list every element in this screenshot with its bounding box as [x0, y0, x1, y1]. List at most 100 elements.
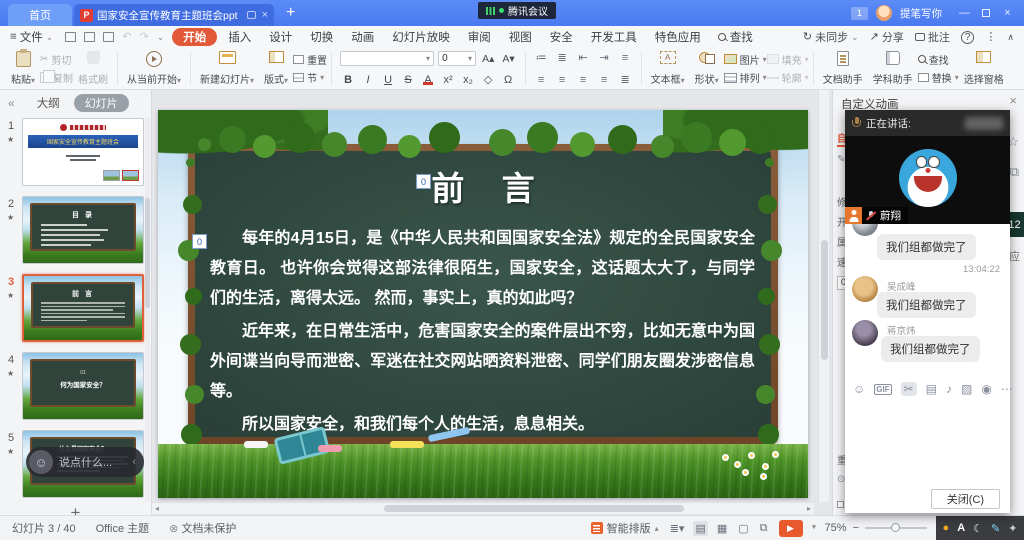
- horizontal-scrollbar[interactable]: ◂ ▸: [152, 502, 814, 514]
- slide-thumb-card[interactable]: 目 录: [22, 196, 144, 264]
- save-icon[interactable]: [65, 32, 76, 42]
- tab-devtools[interactable]: 开发工具: [582, 28, 646, 46]
- emoji-face-icon[interactable]: ☺: [29, 450, 53, 474]
- play-options-icon[interactable]: [812, 522, 816, 534]
- tab-home[interactable]: 首页: [8, 4, 72, 26]
- tab-animation[interactable]: 动画: [342, 28, 383, 46]
- slide-editor[interactable]: 0 前 言 0 每年的4月15日，是《中华人民共和国国家安全法》规定的全民国家安…: [158, 110, 808, 498]
- slide-thumbnail-1[interactable]: 1 ★ 国家安全宣传教育主题班会: [0, 118, 152, 188]
- shapes-button[interactable]: 形状▾: [690, 50, 724, 87]
- reading-view-icon[interactable]: ▢: [736, 521, 750, 536]
- tab-document[interactable]: P 国家安全宣传教育主题班会ppt ×: [74, 4, 274, 26]
- textbox-button[interactable]: A 文本框▾: [646, 50, 690, 87]
- animation-order-badge[interactable]: 0: [416, 174, 431, 189]
- picture-button[interactable]: 图片▾: [724, 52, 767, 67]
- clear-format-button[interactable]: ◇: [480, 73, 496, 86]
- close-button[interactable]: ×: [997, 7, 1018, 19]
- night-mode-icon[interactable]: ☾: [973, 522, 983, 535]
- scroll-right-arrow[interactable]: ▸: [807, 504, 811, 513]
- subscript-button[interactable]: x₂: [460, 74, 476, 86]
- tab-design[interactable]: 设计: [260, 28, 301, 46]
- emoji-icon[interactable]: [853, 382, 865, 396]
- quick-chat-input[interactable]: 说点什么...: [59, 454, 126, 470]
- font-size-select[interactable]: 0▾: [438, 51, 476, 66]
- zoom-slider-handle[interactable]: [891, 523, 900, 532]
- slideshow-play-button[interactable]: ▶: [779, 520, 803, 537]
- numbered-list-icon[interactable]: ≣: [554, 51, 571, 64]
- slide-body-text[interactable]: 每年的4月15日，是《中华人民共和国国家安全法》规定的全民国家安全教育日。 也许…: [210, 224, 755, 444]
- close-chat-button[interactable]: 关闭(C): [931, 489, 1000, 509]
- share-button[interactable]: 分享: [870, 29, 904, 45]
- meeting-video-area[interactable]: 蔚翔: [845, 136, 1010, 224]
- play-from-current-button[interactable]: 从当前开始▾: [122, 50, 186, 87]
- increase-font-button[interactable]: A▴: [480, 53, 496, 65]
- line-spacing-icon[interactable]: ≣: [617, 73, 634, 86]
- selection-pane-button[interactable]: 选择窗格: [959, 50, 1009, 87]
- tab-slideshow[interactable]: 幻灯片放映: [383, 28, 459, 46]
- zoom-slider[interactable]: [865, 527, 927, 529]
- zoom-out-icon[interactable]: −: [853, 522, 859, 534]
- tab-home-ribbon[interactable]: 开始: [172, 28, 217, 46]
- slide-thumbnail-4[interactable]: 4 ★ 01 何为国家安全？: [0, 352, 152, 422]
- text-direction-icon[interactable]: ≡: [617, 52, 634, 64]
- tencent-meeting-window[interactable]: 正在讲话: 蔚翔 我们组都做完了 13:04:22 吴成峰 我们组都做完了 蒋京…: [845, 110, 1010, 513]
- collapse-panel-icon[interactable]: «: [8, 96, 15, 110]
- minimize-button[interactable]: —: [954, 7, 975, 19]
- italic-button[interactable]: I: [360, 74, 376, 86]
- bold-button[interactable]: B: [340, 74, 356, 86]
- decrease-font-button[interactable]: A▾: [500, 53, 516, 65]
- customize-icon[interactable]: [157, 31, 165, 43]
- chat-avatar[interactable]: [852, 276, 878, 302]
- format-painter-button[interactable]: 格式刷: [73, 50, 113, 87]
- pen-tool-icon[interactable]: ✎: [991, 522, 1000, 535]
- replace-button[interactable]: 替换▾: [918, 70, 959, 85]
- cut-button[interactable]: 剪切: [40, 52, 73, 67]
- zoom-level[interactable]: 75%: [825, 522, 847, 534]
- chat-avatar[interactable]: [852, 320, 878, 346]
- collapse-chevron-icon[interactable]: ‹: [132, 456, 136, 468]
- file-icon[interactable]: [926, 382, 937, 396]
- image-icon[interactable]: [961, 382, 972, 396]
- notification-badge[interactable]: 1: [851, 7, 868, 20]
- print-icon[interactable]: [84, 32, 95, 42]
- screenshot-icon[interactable]: [901, 382, 917, 396]
- tencent-meeting-pill[interactable]: 腾讯会议: [478, 2, 556, 19]
- find-menu[interactable]: 查找: [718, 29, 753, 45]
- sidebar-scrollbar[interactable]: [145, 118, 150, 502]
- meeting-chat-panel[interactable]: 我们组都做完了 13:04:22 吴成峰 我们组都做完了 蒋京炜 我们组都做完了…: [845, 224, 1010, 513]
- new-slide-button[interactable]: 新建幻灯片▾: [195, 50, 259, 87]
- pane-close-icon[interactable]: ×: [1009, 93, 1017, 108]
- tab-slides[interactable]: 幻灯片: [74, 94, 129, 112]
- new-tab-button[interactable]: +: [286, 5, 295, 21]
- tab-outline[interactable]: 大纲: [37, 95, 60, 111]
- more-menu-icon[interactable]: [985, 30, 996, 43]
- arrange-button[interactable]: 排列▾: [724, 70, 767, 85]
- justify-icon[interactable]: ≡: [596, 74, 613, 86]
- vertical-scrollbar[interactable]: [818, 90, 829, 502]
- underline-button[interactable]: U: [380, 74, 396, 86]
- slide-thumbnail-2[interactable]: 2 ★ 目 录: [0, 196, 152, 266]
- paste-button[interactable]: 粘贴▾: [6, 50, 40, 87]
- scrollbar-thumb[interactable]: [821, 240, 828, 360]
- help-icon[interactable]: [961, 31, 975, 43]
- reset-button[interactable]: 重置: [293, 52, 327, 67]
- handout-view-icon[interactable]: ⧉: [758, 521, 770, 536]
- collapse-ribbon-icon[interactable]: [1007, 31, 1014, 43]
- superscript-button[interactable]: x²: [440, 74, 456, 86]
- strikethrough-button[interactable]: S: [400, 74, 416, 86]
- font-family-select[interactable]: ▾: [340, 51, 434, 66]
- align-right-icon[interactable]: ≡: [575, 74, 592, 86]
- tab-features[interactable]: 特色应用: [646, 28, 710, 46]
- file-menu[interactable]: 文件: [10, 29, 53, 45]
- slide-thumb-card[interactable]: 前 言: [22, 274, 144, 342]
- quick-chat-overlay[interactable]: ☺ 说点什么... ‹: [26, 447, 144, 477]
- scrollbar-thumb[interactable]: [384, 505, 684, 512]
- preview-icon[interactable]: [103, 32, 114, 42]
- meeting-header[interactable]: 正在讲话:: [845, 110, 1010, 136]
- tab-security[interactable]: 安全: [541, 28, 582, 46]
- find-button[interactable]: 查找: [918, 52, 959, 67]
- slide-sorter-icon[interactable]: ▦: [715, 521, 729, 536]
- outdent-icon[interactable]: ⇤: [575, 51, 592, 64]
- scroll-left-arrow[interactable]: ◂: [155, 504, 159, 513]
- maximize-button[interactable]: [982, 9, 990, 17]
